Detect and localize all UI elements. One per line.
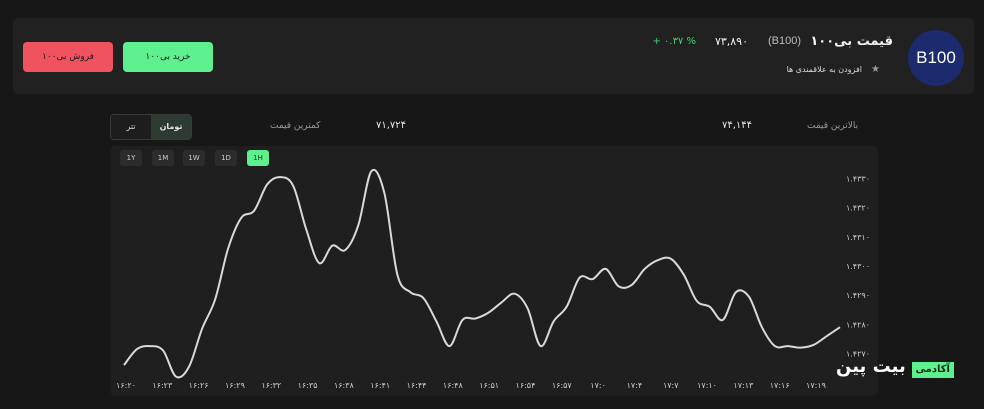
price-change: % ۰.۳۷ + [652, 36, 696, 47]
x-tick-label: ۱۷:۱۹ [806, 381, 826, 390]
highest-price-value: ۷۴,۱۴۴ [722, 120, 753, 131]
current-price: ۷۳,۸۹۰ [714, 35, 748, 48]
x-tick-label: ۱۶:۳۲ [261, 381, 281, 390]
x-tick-label: ۱۶:۵۱ [479, 381, 499, 390]
star-icon[interactable]: ★ [871, 65, 881, 75]
tab-toman[interactable]: تومان [151, 115, 191, 139]
price-chart-card: 1Y 1M 1W 1D 1H ۱.۴۲۷۰ ۱.۴۲۸۰ ۱.۴۲۹۰ ۱.۴۳۰۰ ۱… [110, 146, 878, 396]
brand-academy-text: آکادمی [911, 362, 954, 378]
x-tick-label: ۱۷:۱۰ [697, 381, 717, 390]
x-tick-label: ۱۶:۵۷ [552, 381, 573, 390]
y-tick-label: ۱.۴۲۹۰ [846, 291, 870, 300]
asset-header-card: فروش بی‌۱۰۰ خرید بی‌۱۰۰ % ۰.۳۷ + ۷۳,۸۹۰ … [13, 18, 974, 94]
buy-button[interactable]: خرید بی‌۱۰۰ [123, 42, 213, 72]
asset-title: قیمت بی‌۱۰۰ [810, 34, 893, 49]
asset-avatar: B100 [908, 30, 964, 86]
y-tick-label: ۱.۴۳۰۰ [846, 262, 870, 271]
x-tick-label: ۱۷:۰ [590, 381, 606, 390]
asset-symbol: (B100) [767, 35, 801, 47]
x-tick-label: ۱۶:۳۸ [334, 381, 355, 390]
x-tick-label: ۱۶:۲۹ [225, 381, 245, 390]
price-series-line [123, 168, 841, 379]
sell-button[interactable]: فروش بی‌۱۰۰ [23, 42, 113, 72]
x-tick-label: ۱۶:۴۸ [443, 381, 464, 390]
x-tick-label: ۱۶:۳۵ [298, 381, 318, 390]
x-tick-label: ۱۶:۲۰ [116, 381, 136, 390]
x-tick-label: ۱۶:۵۴ [516, 381, 536, 390]
x-tick-label: ۱۶:۴۱ [370, 381, 390, 390]
x-tick-label: ۱۶:۲۶ [189, 381, 209, 390]
y-tick-label: ۱.۴۳۱۰ [846, 233, 870, 242]
tab-tether[interactable]: تتر [111, 115, 151, 139]
x-tick-label: ۱۶:۲۳ [152, 381, 173, 390]
y-tick-label: ۱.۴۳۳۰ [846, 175, 870, 184]
brand-main-text: بیت پین [836, 356, 906, 377]
y-tick-label: ۱.۴۲۸۰ [846, 320, 870, 329]
x-tick-label: ۱۷:۴ [627, 381, 643, 390]
currency-toggle[interactable]: تتر تومان [110, 114, 192, 140]
y-tick-label: ۱.۴۳۲۰ [846, 204, 870, 213]
x-tick-label: ۱۷:۷ [663, 381, 679, 390]
bitpin-academy-logo: بیت پین آکادمی [836, 356, 954, 382]
price-line-chart: ۱.۴۲۷۰۱.۴۲۸۰۱.۴۲۹۰۱.۴۳۰۰۱.۴۳۱۰۱.۴۳۲۰۱.۴۳… [116, 168, 870, 390]
x-tick-label: ۱۷:۱۶ [770, 381, 790, 390]
highest-price-label: بالاترین قیمت [807, 121, 859, 131]
lowest-price-value: ۷۱,۷۲۴ [376, 120, 407, 131]
x-tick-label: ۱۶:۴۴ [407, 381, 427, 390]
x-tick-label: ۱۷:۱۳ [733, 381, 754, 390]
price-stats-row: تتر تومان کمترین قیمت ۷۱,۷۲۴ ۷۴,۱۴۴ بالا… [0, 112, 984, 142]
add-to-favorites-label[interactable]: افزودن به علاقمندی ها [787, 65, 862, 74]
lowest-price-label: کمترین قیمت [270, 121, 321, 131]
